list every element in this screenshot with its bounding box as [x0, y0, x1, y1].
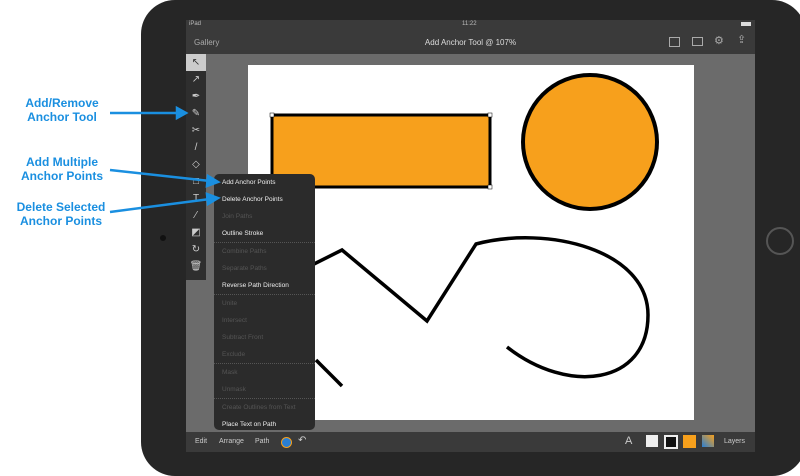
arrow-3	[109, 197, 211, 214]
arrow-2	[109, 168, 211, 183]
annotation-arrows	[109, 105, 221, 214]
